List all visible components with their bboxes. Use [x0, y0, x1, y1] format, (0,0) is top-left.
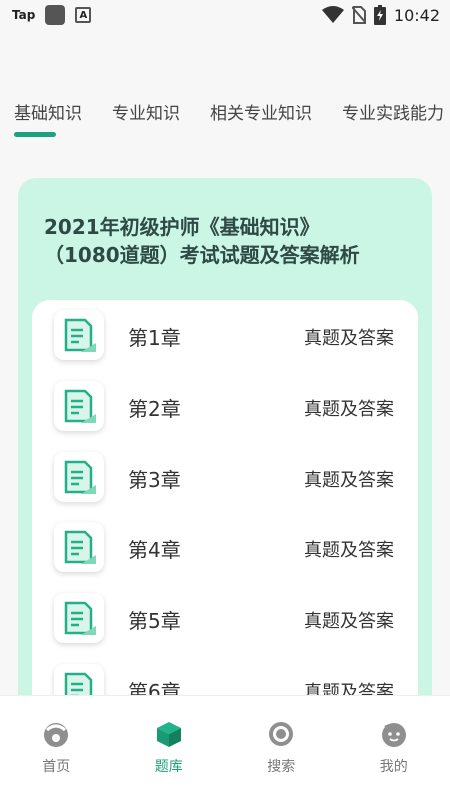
- notification-app-icon: [45, 5, 65, 25]
- chapter-row-2[interactable]: 第2章 真题及答案: [32, 381, 418, 441]
- no-sim-icon: [352, 6, 366, 24]
- nav-home-label: 首页: [42, 756, 70, 776]
- bottom-nav: 首页 题库 搜索 我的: [0, 695, 450, 801]
- exam-title-line-1: 2021年初级护师《基础知识》: [44, 213, 414, 241]
- chapter-action-link[interactable]: 真题及答案: [304, 607, 394, 633]
- search-icon: [267, 720, 295, 748]
- profile-icon: [380, 720, 408, 748]
- document-icon: [54, 593, 104, 643]
- exam-title: 2021年初级护师《基础知识》 （1080道题）考试试题及答案解析: [44, 213, 414, 269]
- chapter-row-5[interactable]: 第5章 真题及答案: [32, 593, 418, 653]
- chapter-row-3[interactable]: 第3章 真题及答案: [32, 452, 418, 512]
- home-icon: [42, 720, 70, 748]
- chapter-action-link[interactable]: 真题及答案: [304, 536, 394, 562]
- document-icon: [54, 381, 104, 431]
- question-bank-icon: [155, 720, 183, 748]
- chapter-label: 第4章: [128, 534, 181, 563]
- tab-professional-knowledge[interactable]: 专业知识: [112, 95, 180, 145]
- chapter-label: 第3章: [128, 464, 181, 493]
- nav-home[interactable]: 首页: [0, 696, 113, 801]
- tab-professional-practice[interactable]: 专业实践能力: [342, 95, 444, 145]
- status-app-label: Tap: [12, 8, 35, 22]
- chapter-action-link[interactable]: 真题及答案: [304, 395, 394, 421]
- document-icon: [54, 522, 104, 572]
- nav-profile[interactable]: 我的: [338, 696, 450, 801]
- tab-basic-knowledge[interactable]: 基础知识: [14, 95, 82, 145]
- tab-related-professional-knowledge[interactable]: 相关专业知识: [210, 95, 312, 145]
- accessibility-icon: A: [75, 7, 91, 23]
- status-bar: Tap A 10:42: [0, 0, 450, 30]
- category-tabs: 基础知识 专业知识 相关专业知识 专业实践能力: [0, 95, 450, 145]
- document-icon: [54, 310, 104, 360]
- status-clock: 10:42: [394, 6, 440, 25]
- chapter-action-link[interactable]: 真题及答案: [304, 324, 394, 350]
- chapter-row-4[interactable]: 第4章 真题及答案: [32, 522, 418, 582]
- wifi-icon: [322, 6, 344, 24]
- nav-question-bank[interactable]: 题库: [113, 696, 226, 801]
- status-left: Tap A: [12, 5, 91, 25]
- chapter-label: 第1章: [128, 322, 181, 351]
- exam-card: 2021年初级护师《基础知识》 （1080道题）考试试题及答案解析 第1章 真题…: [18, 178, 432, 738]
- nav-search[interactable]: 搜索: [225, 696, 338, 801]
- chapter-row-1[interactable]: 第1章 真题及答案: [32, 310, 418, 370]
- document-icon: [54, 452, 104, 502]
- nav-search-label: 搜索: [267, 756, 295, 776]
- chapter-label: 第2章: [128, 393, 181, 422]
- chapter-label: 第5章: [128, 605, 181, 634]
- chapter-list: 第1章 真题及答案 第2章 真题及答案 第3章 真题及答案 第4章 真题及答案: [32, 300, 418, 738]
- status-right: 10:42: [322, 5, 440, 25]
- chapter-action-link[interactable]: 真题及答案: [304, 466, 394, 492]
- battery-icon: [374, 5, 386, 25]
- exam-title-line-2: （1080道题）考试试题及答案解析: [44, 241, 414, 269]
- nav-question-bank-label: 题库: [155, 756, 183, 776]
- nav-profile-label: 我的: [380, 756, 408, 776]
- active-tab-indicator: [14, 132, 56, 137]
